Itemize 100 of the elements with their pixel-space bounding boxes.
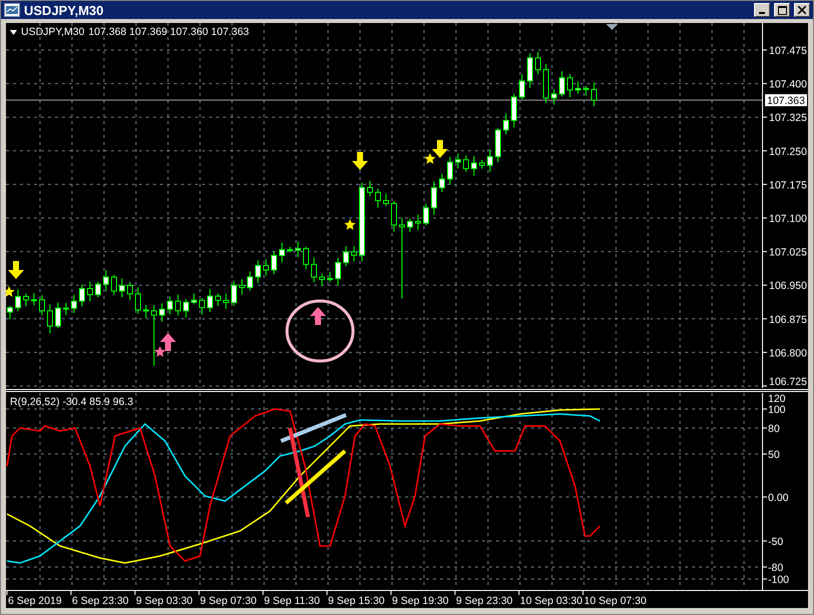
candlestick [503,112,509,135]
candlestick [567,74,573,98]
minimize-button[interactable] [754,3,770,17]
indicator-axis-label: 0.00 [768,492,788,504]
candlestick [431,180,437,216]
candlestick [551,88,557,106]
candlestick [31,292,37,306]
candlestick [287,246,293,253]
candlestick [495,128,501,163]
current-price-tag: 107.363 [765,94,807,108]
candlestick [111,274,117,296]
price-axis-label: 107.100 [769,213,807,225]
candlestick [159,302,165,322]
candlestick [575,80,581,94]
down-arrow-icon [432,140,448,158]
candlestick [383,193,389,207]
time-axis-label: 9 Sep 11:30 [264,595,320,607]
candlestick [7,305,13,320]
candlestick [535,51,541,76]
star-icon [424,153,436,164]
candlestick [295,240,301,258]
candlestick [127,281,133,300]
candlestick [143,304,149,318]
candlestick [239,278,245,296]
indicator-axis-label: 100 [768,404,786,416]
candlestick [471,156,477,176]
price-axis-label: 106.725 [769,376,807,388]
candlestick [319,273,325,287]
price-axis-label: 107.175 [769,179,807,192]
candlestick [511,93,517,128]
candlestick [591,82,597,107]
candlestick [543,64,549,104]
candlestick [527,52,533,88]
time-axis-label: 10 Sep 07:30 [584,595,646,607]
time-axis-label: 9 Sep 15:30 [328,595,385,607]
candlestick [343,246,349,267]
candlestick [559,70,565,98]
dropdown-caret-icon[interactable] [10,30,17,34]
candlestick [279,242,285,264]
time-axis-label: 9 Sep 19:30 [392,595,449,607]
candlestick [95,281,101,298]
candlestick [583,86,589,96]
candlestick [423,203,429,226]
candlestick [335,257,341,286]
candlestick [119,278,125,298]
window-title: USDJPY,M30 [24,2,104,18]
candlestick [71,294,77,314]
candlestick [23,292,29,307]
candlestick [191,292,197,305]
candlestick [87,281,93,302]
time-axis-label: 9 Sep 03:30 [136,595,193,607]
candlestick [151,304,157,366]
candlestick [167,296,173,315]
price-axis-label: 106.950 [769,280,807,292]
candlestick [231,280,237,306]
price-axis-label: 107.400 [769,78,807,91]
chart-shift-marker-icon [606,24,618,30]
maximize-button[interactable] [774,3,790,17]
time-axis-label: 6 Sep 23:30 [72,595,129,607]
candlestick [183,298,189,318]
candlestick [223,293,229,310]
highlight-ellipse [286,300,354,362]
close-button[interactable] [794,3,810,17]
indicator-axis-label: 120 [768,393,786,405]
star-icon [344,219,356,230]
indicator-label: R(9,26,52) -30.4 85.9 96.3 [10,396,134,408]
candlestick [311,256,317,283]
candlestick [351,246,357,262]
maximize-icon [778,6,786,14]
star-icon [6,286,15,297]
candlestick [79,284,85,307]
candlestick [103,269,109,292]
price-axis-label: 107.325 [769,112,807,124]
indicator-axis-label: -50 [768,536,784,548]
price-axis-label: 107.250 [769,146,807,158]
candlestick [487,148,493,172]
candlestick [255,260,261,284]
candlestick [175,294,181,316]
candlestick [47,304,53,334]
candlestick [327,271,333,283]
price-axis-label: 106.800 [769,347,807,360]
symbol-label: USDJPY,M30 [21,26,84,38]
candlestick [199,298,205,316]
chart-window-icon [4,3,20,17]
close-icon [798,6,806,14]
star-icon [154,346,166,357]
indicator-axis-label: 50 [768,449,780,461]
down-arrow-icon [352,152,368,170]
price-axis-label: 106.875 [769,314,807,326]
candlestick [519,74,525,100]
time-axis-label: 9 Sep 07:30 [200,595,257,607]
candlestick [415,214,421,230]
candlestick [367,180,373,197]
down-arrow-icon [8,261,24,279]
candlestick [303,246,309,270]
candlestick [207,288,213,312]
candlestick [39,294,45,316]
candlestick [263,258,269,276]
price-axis-label: 107.025 [769,246,807,259]
candlestick [271,250,277,275]
